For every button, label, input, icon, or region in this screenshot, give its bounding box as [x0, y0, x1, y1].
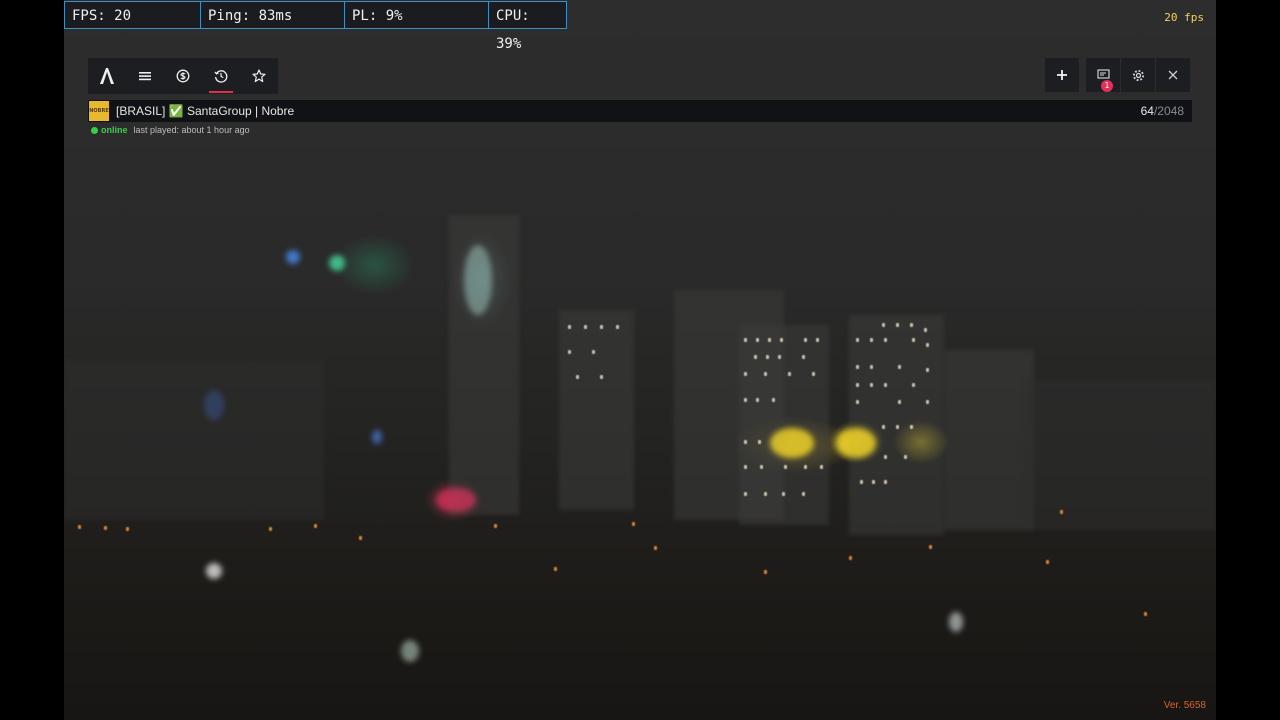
history-icon: [214, 69, 228, 83]
ping-readout: Ping: 83ms: [201, 1, 345, 29]
fps-readout: FPS: 20: [64, 1, 201, 29]
version-label: Ver. 5658: [1163, 700, 1206, 711]
menu-icon: [139, 70, 151, 82]
letterbox-left: [0, 0, 64, 720]
main-nav: [88, 58, 278, 94]
fps-counter: 20 fps: [1164, 11, 1204, 24]
fivem-logo-button[interactable]: [88, 58, 126, 94]
menu-button[interactable]: [126, 58, 164, 94]
last-played: last played: about 1 hour ago: [133, 125, 250, 135]
close-button[interactable]: [1156, 58, 1190, 92]
notification-badge: 1: [1101, 80, 1113, 92]
settings-button[interactable]: [1121, 58, 1155, 92]
cpu-readout: CPU: 39%: [489, 1, 567, 52]
top-right-toolbar: 1: [1044, 58, 1190, 94]
notifications-button[interactable]: 1: [1086, 58, 1120, 92]
performance-overlay: FPS: 20 Ping: 83ms PL: 9% CPU: 39%: [64, 1, 567, 52]
plus-icon: [1056, 69, 1068, 81]
favorites-button[interactable]: [240, 58, 278, 94]
letterbox-right: [1216, 0, 1280, 720]
server-name: [BRASIL] ✅ SantaGroup | Nobre: [116, 104, 295, 118]
history-button[interactable]: [202, 58, 240, 94]
packet-loss-readout: PL: 9%: [345, 1, 489, 29]
server-status: online last played: about 1 hour ago: [91, 125, 250, 135]
gear-icon: [1132, 69, 1145, 82]
server-bar[interactable]: NOBRE [BRASIL] ✅ SantaGroup | Nobre 64/2…: [88, 100, 1192, 122]
players-max: /2048: [1153, 104, 1184, 118]
fivem-logo-icon: [98, 67, 116, 85]
close-icon: [1168, 70, 1178, 80]
online-dot-icon: [91, 126, 98, 134]
players-current: 64: [1140, 104, 1154, 118]
server-icon: [176, 69, 190, 83]
online-status: online: [101, 125, 128, 135]
star-icon: [252, 69, 266, 83]
servers-button[interactable]: [164, 58, 202, 94]
player-count: 64/2048: [1141, 104, 1184, 118]
add-button[interactable]: [1045, 58, 1079, 92]
server-logo: NOBRE: [89, 101, 109, 121]
